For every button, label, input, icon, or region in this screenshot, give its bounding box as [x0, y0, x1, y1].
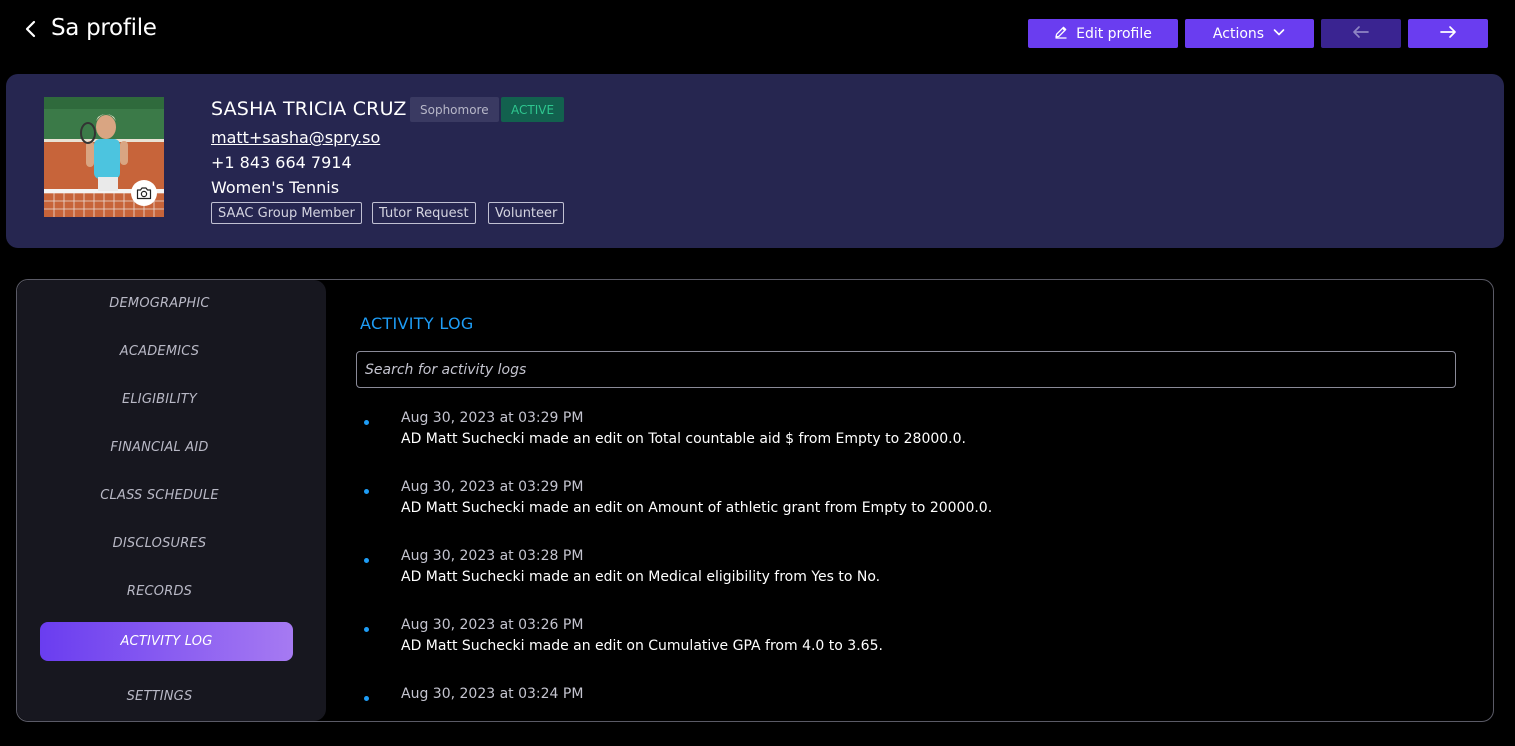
- edit-profile-button[interactable]: Edit profile: [1028, 19, 1178, 48]
- log-timestamp: Aug 30, 2023 at 03:26 PM: [401, 617, 584, 633]
- sidebar-item-financial-aid[interactable]: FINANCIAL AID: [17, 432, 302, 462]
- status-badge: ACTIVE: [501, 97, 565, 122]
- profile-details-panel: DEMOGRAPHIC ACADEMICS ELIGIBILITY FINANC…: [16, 279, 1494, 722]
- page-header: Sa profile Edit profile Actions: [0, 0, 1515, 66]
- avatar: [44, 97, 164, 217]
- profile-card: SASHA TRICIA CRUZ Sophomore ACTIVE matt+…: [6, 74, 1504, 248]
- sidebar-item-disclosures[interactable]: DISCLOSURES: [17, 528, 302, 558]
- arrow-left-icon: [1352, 25, 1370, 43]
- sidebar-item-demographic[interactable]: DEMOGRAPHIC: [17, 288, 302, 318]
- edit-profile-label: Edit profile: [1076, 25, 1152, 42]
- actions-label: Actions: [1212, 25, 1265, 42]
- bullet-dot-icon: [364, 420, 369, 425]
- actions-dropdown-button[interactable]: Actions: [1185, 19, 1314, 48]
- previous-profile-button[interactable]: [1321, 19, 1401, 48]
- email-link[interactable]: matt+sasha@spry.so: [211, 128, 380, 147]
- sidebar-item-class-schedule[interactable]: CLASS SCHEDULE: [17, 480, 302, 510]
- bullet-dot-icon: [364, 558, 369, 563]
- log-timestamp: Aug 30, 2023 at 03:24 PM: [401, 686, 584, 702]
- log-description: AD Matt Suchecki made an edit on Cumulat…: [401, 638, 883, 654]
- bullet-dot-icon: [364, 627, 369, 632]
- log-entry: Aug 30, 2023 at 03:28 PM AD Matt Sucheck…: [364, 548, 1464, 598]
- athlete-name: SASHA TRICIA CRUZ: [211, 98, 407, 120]
- log-description: AD Matt Suchecki made an edit on Medical…: [401, 569, 881, 585]
- tag-tutor-request: Tutor Request: [372, 202, 476, 224]
- sidebar-item-activity-log[interactable]: ACTIVITY LOG: [40, 622, 293, 661]
- page-title: Sa profile: [51, 15, 157, 41]
- sidebar-item-eligibility[interactable]: ELIGIBILITY: [17, 384, 302, 414]
- activity-search-input[interactable]: [356, 351, 1456, 388]
- section-title: ACTIVITY LOG: [360, 314, 474, 333]
- pencil-icon: [1054, 25, 1068, 43]
- class-year-badge: Sophomore: [410, 97, 499, 122]
- bullet-dot-icon: [364, 489, 369, 494]
- log-entry: Aug 30, 2023 at 03:29 PM AD Matt Sucheck…: [364, 479, 1464, 529]
- bullet-dot-icon: [364, 696, 369, 701]
- log-description: AD Matt Suchecki made an edit on Total c…: [401, 431, 966, 447]
- log-entry: Aug 30, 2023 at 03:24 PM: [364, 686, 1464, 721]
- sidebar-item-records[interactable]: RECORDS: [17, 576, 302, 606]
- log-timestamp: Aug 30, 2023 at 03:29 PM: [401, 410, 584, 426]
- sidebar-item-academics[interactable]: ACADEMICS: [17, 336, 302, 366]
- change-photo-button[interactable]: [131, 180, 157, 206]
- phone-number: +1 843 664 7914: [211, 153, 352, 172]
- log-entry: Aug 30, 2023 at 03:26 PM AD Matt Sucheck…: [364, 617, 1464, 667]
- log-timestamp: Aug 30, 2023 at 03:29 PM: [401, 479, 584, 495]
- team-name: Women's Tennis: [211, 178, 340, 197]
- log-timestamp: Aug 30, 2023 at 03:28 PM: [401, 548, 584, 564]
- camera-icon: [136, 186, 152, 200]
- tag-saac-group-member: SAAC Group Member: [211, 202, 362, 224]
- sidebar-item-settings[interactable]: SETTINGS: [17, 681, 302, 711]
- arrow-right-icon: [1439, 25, 1457, 43]
- profile-sidebar: DEMOGRAPHIC ACADEMICS ELIGIBILITY FINANC…: [17, 280, 326, 721]
- tag-volunteer: Volunteer: [488, 202, 565, 224]
- log-description: AD Matt Suchecki made an edit on Amount …: [401, 500, 993, 516]
- back-arrow-icon[interactable]: [20, 17, 42, 41]
- next-profile-button[interactable]: [1408, 19, 1488, 48]
- activity-log-section: ACTIVITY LOG Aug 30, 2023 at 03:29 PM AD…: [326, 280, 1493, 721]
- chevron-down-icon: [1272, 25, 1286, 43]
- log-entry: Aug 30, 2023 at 03:29 PM AD Matt Sucheck…: [364, 410, 1464, 460]
